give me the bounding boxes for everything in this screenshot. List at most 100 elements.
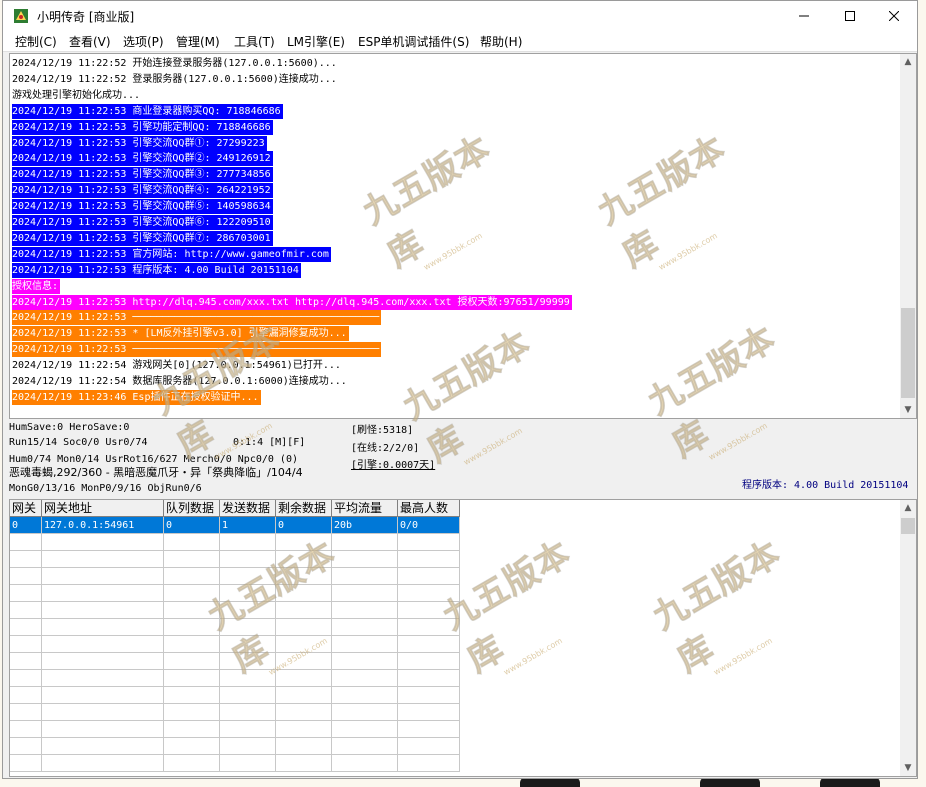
main-window: 小明传奇 [商业版] 控制(C) 查看(V) 选项(P) 管理(M) 工具(T)… [2,0,918,779]
online-status: [在线:2/2/0] [351,443,420,454]
close-icon [889,11,899,21]
empty-cell [332,568,398,585]
menu-options[interactable]: 选项(P) [123,33,164,50]
empty-cell [276,585,332,602]
empty-cell [164,619,220,636]
empty-cell [164,687,220,704]
log-line: 2024/12/19 11:22:53 引擎交流QQ群①: 27299223 [12,135,267,151]
empty-cell [332,704,398,721]
log-line: 2024/12/19 11:22:54 数据库服务器(127.0.0.1:600… [12,374,349,389]
empty-cell [42,653,164,670]
menu-help[interactable]: 帮助(H) [480,33,522,50]
table-cell[interactable]: 0 [164,517,220,534]
empty-cell [164,721,220,738]
empty-cell [332,687,398,704]
col-header-address[interactable]: 网关地址 [42,500,164,517]
title-bar[interactable]: 小明传奇 [商业版] [3,1,917,31]
empty-cell [398,551,460,568]
table-cell[interactable]: 0 [276,517,332,534]
empty-cell [220,704,276,721]
empty-cell [398,738,460,755]
log-line: 2024/12/19 11:22:53 * [LM反外挂引擎v3.0] 引擎漏洞… [12,326,349,342]
empty-cell [220,755,276,772]
menu-control[interactable]: 控制(C) [15,33,57,50]
col-header-remaining[interactable]: 剩余数据 [276,500,332,517]
empty-cell [42,687,164,704]
empty-cell [276,636,332,653]
empty-cell [276,551,332,568]
empty-cell [220,602,276,619]
refresh-monster-status: [刷怪:5318] [351,425,414,436]
empty-cell [164,670,220,687]
empty-cell [276,602,332,619]
scroll-up-icon[interactable]: ▲ [900,54,916,70]
col-header-max-users[interactable]: 最高人数 [398,500,460,517]
empty-cell [10,534,42,551]
scroll-thumb[interactable] [901,308,915,398]
table-cell[interactable]: 20b [332,517,398,534]
empty-cell [276,534,332,551]
scroll-up-icon[interactable]: ▲ [900,500,916,516]
empty-cell [220,551,276,568]
log-line: 2024/12/19 11:23:46 Esp插件正在授权验证中... [12,389,261,405]
menu-manage[interactable]: 管理(M) [176,33,220,50]
empty-cell [276,568,332,585]
empty-cell [276,721,332,738]
table-cell[interactable]: 0/0 [398,517,460,534]
scroll-down-icon[interactable]: ▼ [900,402,916,418]
col-header-queue[interactable]: 队列数据 [164,500,220,517]
empty-cell [42,670,164,687]
empty-cell [332,755,398,772]
log-pane[interactable]: 2024/12/19 11:22:52 开始连接登录服务器(127.0.0.1:… [9,53,917,419]
empty-cell [398,704,460,721]
uptime-status: 0:1:4 [M][F] [233,437,306,448]
col-header-avg-traffic[interactable]: 平均流量 [332,500,398,517]
col-header-gateway[interactable]: 网关 [10,500,42,517]
log-line: 2024/12/19 11:22:53 引擎交流QQ群⑦: 286703001 [12,230,273,246]
empty-cell [164,704,220,721]
menu-esp-plugin[interactable]: ESP单机调试插件(S) [358,33,469,50]
empty-cell [42,619,164,636]
log-line: 2024/12/19 11:22:53 ────────────────────… [12,342,382,358]
menu-lm-engine[interactable]: LM引擎(E) [287,33,345,50]
empty-cell [398,755,460,772]
empty-cell [10,738,42,755]
close-button[interactable] [871,1,917,31]
empty-cell [164,551,220,568]
gateway-grid[interactable]: 网关 网关地址 队列数据 发送数据 剩余数据 平均流量 最高人数 0 127.0… [9,499,917,777]
empty-cell [164,738,220,755]
empty-cell [42,636,164,653]
col-header-sent[interactable]: 发送数据 [220,500,276,517]
empty-cell [220,670,276,687]
empty-cell [164,585,220,602]
log-scrollbar[interactable]: ▲ ▼ [900,54,916,418]
menu-view[interactable]: 查看(V) [69,33,111,50]
scroll-down-icon[interactable]: ▼ [900,760,916,776]
minimize-icon [799,15,809,17]
monster-status: 恶魂毒蝎,292/360 - 黑暗恶魔爪牙・异「祭典降临」/104/4 [9,466,303,479]
empty-cell [220,636,276,653]
empty-cell [220,653,276,670]
minimize-button[interactable] [781,1,827,31]
log-line: 2024/12/19 11:22:53 引擎交流QQ群④: 264221952 [12,183,273,199]
table-cell[interactable]: 127.0.0.1:54961 [42,517,164,534]
empty-cell [398,534,460,551]
scroll-thumb[interactable] [901,518,915,534]
log-line: 游戏处理引擎初始化成功... [12,87,143,103]
empty-cell [276,653,332,670]
maximize-button[interactable] [827,1,873,31]
empty-cell [10,704,42,721]
empty-cell [164,602,220,619]
table-cell[interactable]: 0 [10,517,42,534]
grid-scrollbar[interactable]: ▲ ▼ [900,500,916,776]
empty-cell [332,738,398,755]
empty-cell [332,602,398,619]
log-line: 2024/12/19 11:22:53 ────────────────────… [12,310,382,326]
log-line: 2024/12/19 11:22:53 引擎交流QQ群⑤: 140598634 [12,199,273,215]
menu-tools[interactable]: 工具(T) [234,33,275,50]
empty-cell [276,670,332,687]
empty-cell [332,721,398,738]
empty-cell [10,653,42,670]
app-logo-icon [14,9,28,23]
table-cell[interactable]: 1 [220,517,276,534]
